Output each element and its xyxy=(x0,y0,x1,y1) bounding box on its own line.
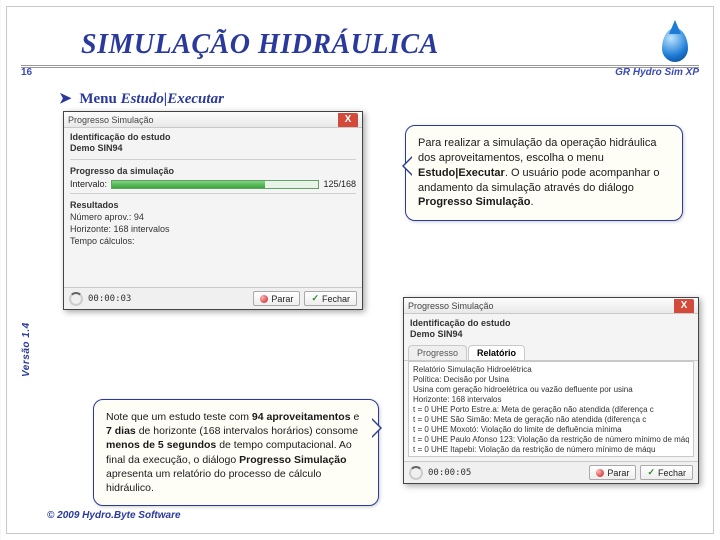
stop-button[interactable]: Parar xyxy=(253,291,300,306)
elapsed-time: 00:00:05 xyxy=(428,468,471,478)
report-line: Relatório Simulação Hidroelétrica xyxy=(413,365,689,375)
results-heading: Resultados xyxy=(64,196,362,211)
page-title: SIMULAÇÃO HIDRÁULICA xyxy=(21,29,439,65)
report-line: t = 0 UHE São Simão: Meta de geração não… xyxy=(413,415,689,425)
page-number: 16 xyxy=(21,67,32,78)
tab-report[interactable]: Relatório xyxy=(468,345,525,360)
report-line: t = 0 UHE Porto Estre.a: Meta de geração… xyxy=(413,405,689,415)
report-line: t = 0 UHE Itapebi: Violação da restrição… xyxy=(413,445,689,455)
spinner-icon xyxy=(69,292,83,306)
close-dialog-button[interactable]: Fechar xyxy=(640,465,693,480)
copyright: © 2009 Hydro.Byte Software xyxy=(47,510,181,521)
stop-button[interactable]: Parar xyxy=(589,465,636,480)
close-dialog-button[interactable]: Fechar xyxy=(304,291,357,306)
elapsed-time: 00:00:03 xyxy=(88,294,131,304)
interval-value: 125/168 xyxy=(323,179,356,189)
app-name: GR Hydro Sim XP xyxy=(615,67,699,78)
close-button[interactable]: X xyxy=(674,299,694,313)
callout-bubble-1: Para realizar a simulação da operação hi… xyxy=(405,125,683,221)
progress-dialog-report: Progresso Simulação X Identificação do e… xyxy=(403,297,699,484)
interval-label: Intervalo: xyxy=(70,179,107,189)
callout-bubble-2: Note que um estudo teste com 94 aproveit… xyxy=(93,399,379,506)
study-id-heading: Identificação do estudo xyxy=(404,314,698,329)
result-line-2: Horizonte: 168 intervalos xyxy=(64,223,362,235)
progress-bar xyxy=(111,180,319,189)
spinner-icon xyxy=(409,466,423,480)
water-drop-icon xyxy=(651,25,699,65)
menu-word: Menu xyxy=(79,91,117,107)
study-id-value: Demo SIN94 xyxy=(410,329,463,339)
sim-progress-heading: Progresso da simulação xyxy=(64,162,362,177)
report-line: Horizonte: 168 intervalos xyxy=(413,395,689,405)
dialog-title: Progresso Simulação xyxy=(408,298,494,314)
study-id-value: Demo SIN94 xyxy=(70,143,123,153)
report-line: t = 0 UHE Moxotó: Violação do limite de … xyxy=(413,425,689,435)
chevron-icon: ➤ xyxy=(59,91,72,107)
menu-path-line: ➤ Menu Estudo|Executar xyxy=(59,89,224,108)
menu-path: Estudo|Executar xyxy=(121,91,224,107)
result-line-1: Número aprov.: 94 xyxy=(64,211,362,223)
close-button[interactable]: X xyxy=(338,113,358,127)
report-line: t = 0 UHE Paulo Afonso 123: Violação da … xyxy=(413,435,689,445)
progress-dialog-running: Progresso Simulação X Identificação do e… xyxy=(63,111,363,310)
report-line: Usina com geração hidroelétrica ou vazão… xyxy=(413,385,689,395)
result-line-3: Tempo cálculos: xyxy=(64,235,362,247)
report-pane: Relatório Simulação Hidroelétrica Políti… xyxy=(408,361,694,457)
dialog-title: Progresso Simulação xyxy=(68,112,154,128)
report-line: Política: Decisão por Usina xyxy=(413,375,689,385)
tab-progress[interactable]: Progresso xyxy=(408,345,467,360)
study-id-heading: Identificação do estudo xyxy=(64,128,362,143)
version-label: Versão 1.4 xyxy=(21,322,32,377)
